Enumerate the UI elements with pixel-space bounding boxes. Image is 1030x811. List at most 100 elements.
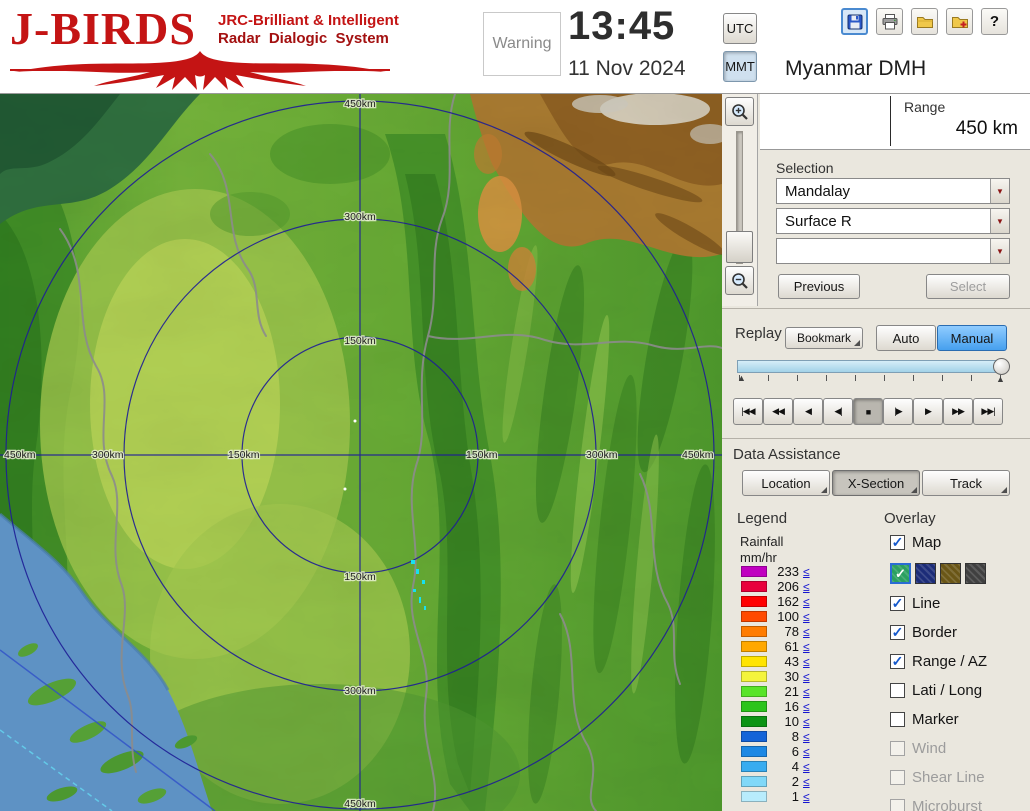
legend-op-link[interactable]: ≤ <box>803 565 810 579</box>
legend-row: 8 ≤ <box>741 729 810 744</box>
legend-op-link[interactable]: ≤ <box>803 610 810 624</box>
legend-op-link[interactable]: ≤ <box>803 715 810 729</box>
first-frame-button[interactable]: |◀◀ <box>733 398 763 425</box>
ring-label: 300km <box>92 449 124 461</box>
overlay-item-lati-long[interactable]: Lati / Long <box>890 680 1030 701</box>
print-button[interactable] <box>876 8 903 35</box>
overlay-item-label: Microburst <box>912 798 983 811</box>
checkbox[interactable]: ✓ <box>890 596 905 611</box>
legend-op-link[interactable]: ≤ <box>803 595 810 609</box>
reverse-play-button[interactable]: ◀ <box>793 398 823 425</box>
transport-controls: |◀◀ ◀◀ ◀ ◀| ■ |▶ ▶ ▶▶ ▶▶| <box>733 398 1003 425</box>
legend-op-link[interactable]: ≤ <box>803 580 810 594</box>
legend-row: 30 ≤ <box>741 669 810 684</box>
utc-toggle-button[interactable]: UTC <box>723 13 757 44</box>
legend-op-link[interactable]: ≤ <box>803 655 810 669</box>
radar-map[interactable]: 450km 300km 150km 150km 300km 450km 450k… <box>0 94 722 811</box>
zoom-slider-thumb[interactable] <box>726 231 753 263</box>
legend-op-link[interactable]: ≤ <box>803 700 810 714</box>
open-folder-button[interactable] <box>911 8 938 35</box>
chevron-down-icon[interactable]: ▼ <box>990 239 1009 263</box>
checkbox[interactable] <box>890 712 905 727</box>
legend-color-swatch <box>741 656 767 667</box>
overlay-item-label: Shear Line <box>912 769 985 786</box>
legend-row: 61 ≤ <box>741 639 810 654</box>
legend-color-swatch <box>741 791 767 802</box>
product-dropdown[interactable]: Surface R ▼ <box>776 208 1010 234</box>
overlay-item-line[interactable]: ✓ Line <box>890 593 1030 614</box>
zoom-column <box>722 94 758 306</box>
ring-label: 450km <box>4 449 36 461</box>
checkbox[interactable]: ✓ <box>890 654 905 669</box>
overlay-item-border[interactable]: ✓ Border <box>890 622 1030 643</box>
legend-row: 1 ≤ <box>741 789 810 804</box>
map-style-swatch-4[interactable] <box>965 562 986 584</box>
question-mark-icon: ? <box>989 13 1000 30</box>
legend-op-link[interactable]: ≤ <box>803 790 810 804</box>
legend-op-link[interactable]: ≤ <box>803 640 810 654</box>
legend-value: 233 <box>777 564 799 579</box>
mmt-toggle-button[interactable]: MMT <box>723 51 757 82</box>
select-button[interactable]: Select <box>926 274 1010 299</box>
legend-unit-line2: mm/hr <box>740 550 777 565</box>
legend-value: 78 <box>784 624 799 639</box>
save-button[interactable] <box>841 8 868 35</box>
legend-value: 8 <box>791 729 799 744</box>
radar-map-area[interactable]: 450km 300km 150km 150km 300km 450km 450k… <box>0 94 722 811</box>
overlay-item-range-az[interactable]: ✓ Range / AZ <box>890 651 1030 672</box>
timeline-track[interactable] <box>737 360 1005 373</box>
legend-op-link[interactable]: ≤ <box>803 685 810 699</box>
step-forward-button[interactable]: |▶ <box>883 398 913 425</box>
site-dropdown[interactable]: Mandalay ▼ <box>776 178 1010 204</box>
zoom-in-icon <box>731 103 748 120</box>
ring-label: 150km <box>344 571 376 583</box>
legend-op-link[interactable]: ≤ <box>803 745 810 759</box>
checkbox[interactable] <box>890 683 905 698</box>
chevron-down-icon[interactable]: ▼ <box>990 209 1009 233</box>
zoom-in-button[interactable] <box>725 97 754 126</box>
overlay-item-marker[interactable]: Marker <box>890 709 1030 730</box>
play-button[interactable]: ▶ <box>913 398 943 425</box>
x-section-button[interactable]: X-Section <box>832 470 920 496</box>
rewind-button[interactable]: ◀◀ <box>763 398 793 425</box>
add-to-folder-button[interactable] <box>946 8 973 35</box>
bookmark-button[interactable]: Bookmark <box>785 327 863 349</box>
map-style-swatch-3[interactable] <box>940 562 961 584</box>
manual-mode-button[interactable]: Manual <box>937 325 1007 351</box>
chevron-down-icon[interactable]: ▼ <box>990 179 1009 203</box>
last-frame-button[interactable]: ▶▶| <box>973 398 1003 425</box>
dropdown-corner-icon <box>1001 487 1007 493</box>
legend-value: 4 <box>791 759 799 774</box>
fast-forward-button[interactable]: ▶▶ <box>943 398 973 425</box>
checkbox[interactable]: ✓ <box>890 535 905 550</box>
map-style-swatch-2[interactable] <box>915 562 936 584</box>
legend-value: 162 <box>777 594 799 609</box>
legend-color-swatch <box>741 746 767 757</box>
legend-op-link[interactable]: ≤ <box>803 670 810 684</box>
legend-color-swatch <box>741 731 767 742</box>
dropdown-corner-icon <box>911 487 917 493</box>
extra-dropdown[interactable]: ▼ <box>776 238 1010 264</box>
auto-mode-button[interactable]: Auto <box>876 325 936 351</box>
help-button[interactable]: ? <box>981 8 1008 35</box>
stop-button[interactable]: ■ <box>853 398 883 425</box>
track-button[interactable]: Track <box>922 470 1010 496</box>
previous-button[interactable]: Previous <box>778 274 860 299</box>
legend-value: 1 <box>791 789 799 804</box>
step-back-button[interactable]: ◀| <box>823 398 853 425</box>
selection-label: Selection <box>776 160 834 176</box>
legend-op-link[interactable]: ≤ <box>803 625 810 639</box>
map-style-swatch-1[interactable]: ✓ <box>890 562 911 584</box>
timeline-thumb[interactable] <box>993 358 1010 375</box>
legend-color-swatch <box>741 596 767 607</box>
location-button[interactable]: Location <box>742 470 830 496</box>
checkbox[interactable]: ✓ <box>890 625 905 640</box>
overlay-item-map[interactable]: ✓ Map <box>890 532 1030 553</box>
warning-indicator[interactable]: Warning <box>483 12 561 76</box>
zoom-out-button[interactable] <box>725 266 754 295</box>
legend-op-link[interactable]: ≤ <box>803 730 810 744</box>
legend-color-swatch <box>741 761 767 772</box>
legend-op-link[interactable]: ≤ <box>803 775 810 789</box>
legend-op-link[interactable]: ≤ <box>803 760 810 774</box>
range-value: 450 km <box>955 118 1018 139</box>
